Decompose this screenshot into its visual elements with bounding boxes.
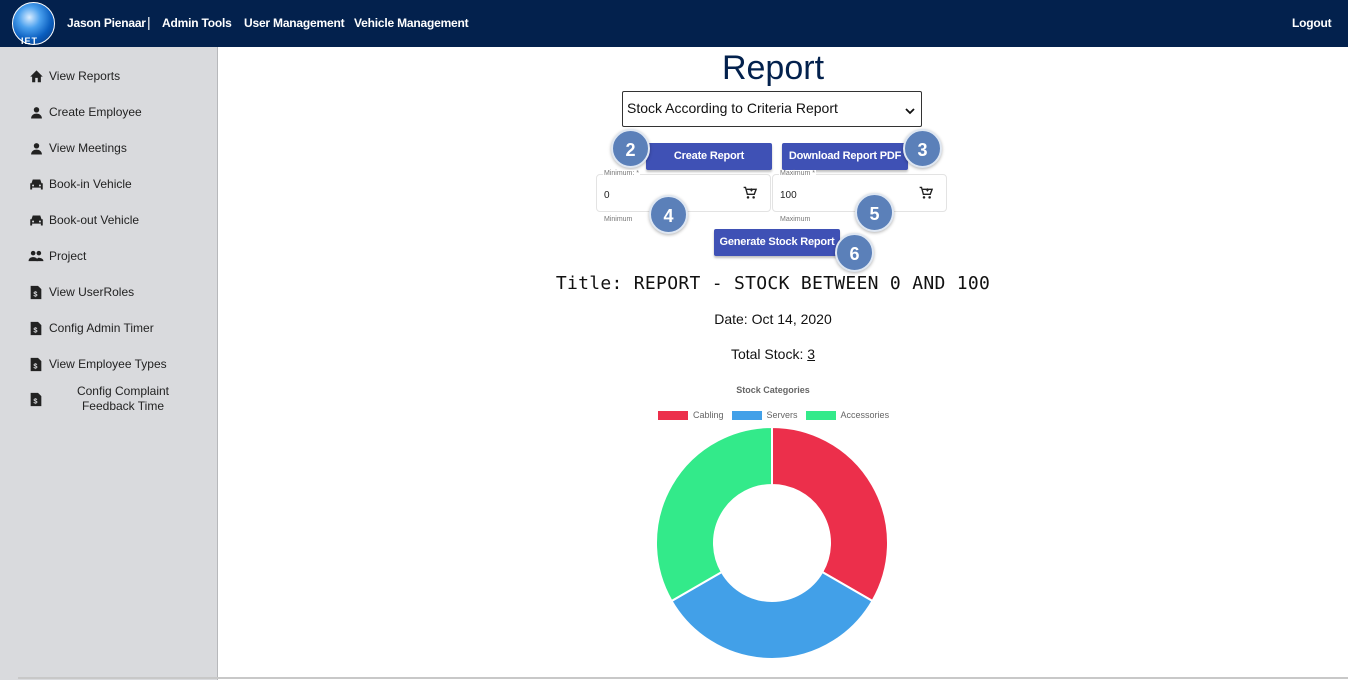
report-title: Title: REPORT - STOCK BETWEEN 0 AND 100 [555, 273, 991, 294]
nav-separator: | [147, 14, 151, 30]
sidebar-item-label: Config Complaint Feedback Time [76, 384, 170, 413]
legend-label: Servers [766, 410, 798, 420]
company-logo[interactable]: IET [12, 2, 55, 46]
step-badge-3: 3 [903, 129, 942, 168]
home-icon [28, 68, 44, 84]
sidebar-item-label: View Employee Types [49, 357, 167, 371]
minimum-hint: Minimum [604, 216, 633, 223]
generate-stock-report-button[interactable]: Generate Stock Report [714, 229, 840, 256]
maximum-label: Maximum * [779, 170, 817, 177]
person-icon [28, 140, 44, 156]
sidebar-item-label: Book-in Vehicle [49, 177, 132, 191]
donut-slice-cabling[interactable] [771, 425, 889, 603]
step-badge-4: 4 [649, 195, 688, 234]
sidebar-item-label: Book-out Vehicle [49, 213, 140, 227]
legend-swatch [731, 410, 762, 420]
svg-text:$: $ [33, 289, 37, 298]
car-icon [28, 212, 44, 228]
sidebar-item-view-reports[interactable]: View Reports [28, 68, 208, 84]
document-dollar-icon: $ [28, 284, 44, 300]
main-content: Report Stock According to Criteria Repor… [218, 47, 1348, 680]
document-dollar-icon: $ [28, 356, 44, 372]
minimum-label: Minimum: * [603, 170, 641, 177]
total-stock-label: Total Stock: [730, 346, 808, 362]
sidebar-item-book-in-vehicle[interactable]: Book-in Vehicle [28, 176, 208, 192]
step-badge-6: 6 [835, 233, 874, 272]
sidebar-item-view-meetings[interactable]: View Meetings [28, 140, 208, 156]
legend-label: Accessories [840, 410, 890, 420]
svg-text:$: $ [33, 361, 37, 370]
logout-link[interactable]: Logout [1292, 16, 1332, 30]
sidebar-item-label: View Reports [49, 69, 121, 83]
sidebar-item-config-admin-timer[interactable]: $ Config Admin Timer [28, 320, 208, 336]
car-icon [28, 176, 44, 192]
legend-swatch [658, 410, 688, 420]
person-icon [28, 104, 44, 120]
sidebar-item-label: Create Employee [49, 105, 142, 119]
sidebar: View Reports Create Employee View Meetin… [0, 47, 218, 680]
cart-icon [919, 186, 934, 205]
sidebar-item-project[interactable]: Project [28, 248, 208, 264]
report-type-select[interactable]: Stock According to Criteria Report [622, 91, 922, 127]
nav-admin-tools[interactable]: Admin Tools [162, 16, 232, 30]
cart-icon [743, 186, 758, 205]
sidebar-item-view-employee-types[interactable]: $ View Employee Types [28, 356, 208, 372]
top-navbar: IET Jason Pienaar | Admin Tools User Man… [0, 0, 1348, 47]
nav-user-management[interactable]: User Management [244, 16, 345, 30]
donut-slice-accessories[interactable] [655, 425, 773, 603]
sidebar-item-label: View UserRoles [49, 285, 135, 299]
sidebar-item-view-userroles[interactable]: $ View UserRoles [28, 284, 208, 300]
donut-slice-servers[interactable] [670, 570, 874, 660]
page-title: Report [721, 49, 825, 87]
nav-vehicle-management[interactable]: Vehicle Management [354, 16, 469, 30]
sidebar-item-label: Project [49, 249, 87, 263]
people-icon [28, 248, 44, 264]
stock-categories-donut-chart [655, 425, 889, 660]
sidebar-item-label: Config Admin Timer [49, 321, 154, 335]
sidebar-item-create-employee[interactable]: Create Employee [28, 104, 208, 120]
sidebar-item-label: View Meetings [49, 141, 127, 155]
svg-text:$: $ [33, 325, 37, 334]
svg-text:$: $ [33, 396, 37, 405]
legend-swatch [805, 410, 836, 420]
report-date: Date: Oct 14, 2020 [714, 311, 832, 327]
chart-title: Stock Categories [736, 385, 810, 395]
chart-legend: Cabling Servers Accessories [658, 410, 897, 420]
step-badge-5: 5 [855, 193, 894, 232]
sidebar-item-book-out-vehicle[interactable]: Book-out Vehicle [28, 212, 208, 228]
report-type-selected: Stock According to Criteria Report [627, 100, 838, 116]
maximum-value: 100 [780, 190, 797, 201]
sidebar-item-config-complaint-feedback-time[interactable]: $ Config Complaint Feedback Time [28, 384, 208, 414]
create-report-button[interactable]: Create Report [646, 143, 772, 170]
legend-item-cabling[interactable]: Cabling [658, 410, 724, 420]
user-name: Jason Pienaar [67, 16, 146, 30]
legend-label: Cabling [693, 410, 724, 420]
step-badge-2: 2 [611, 129, 650, 168]
report-total-stock: Total Stock: 3 [218, 346, 1328, 362]
total-stock-value: 3 [807, 346, 816, 362]
document-dollar-icon: $ [28, 320, 44, 336]
maximum-hint: Maximum [780, 216, 811, 223]
legend-item-accessories[interactable]: Accessories [805, 410, 890, 420]
minimum-value: 0 [604, 190, 610, 201]
horizontal-scrollbar[interactable] [18, 677, 1348, 679]
document-dollar-icon: $ [28, 391, 44, 407]
logo-text: IET [21, 36, 39, 46]
legend-item-servers[interactable]: Servers [731, 410, 798, 420]
download-report-pdf-button[interactable]: Download Report PDF [782, 143, 908, 170]
chevron-down-icon [905, 102, 915, 118]
